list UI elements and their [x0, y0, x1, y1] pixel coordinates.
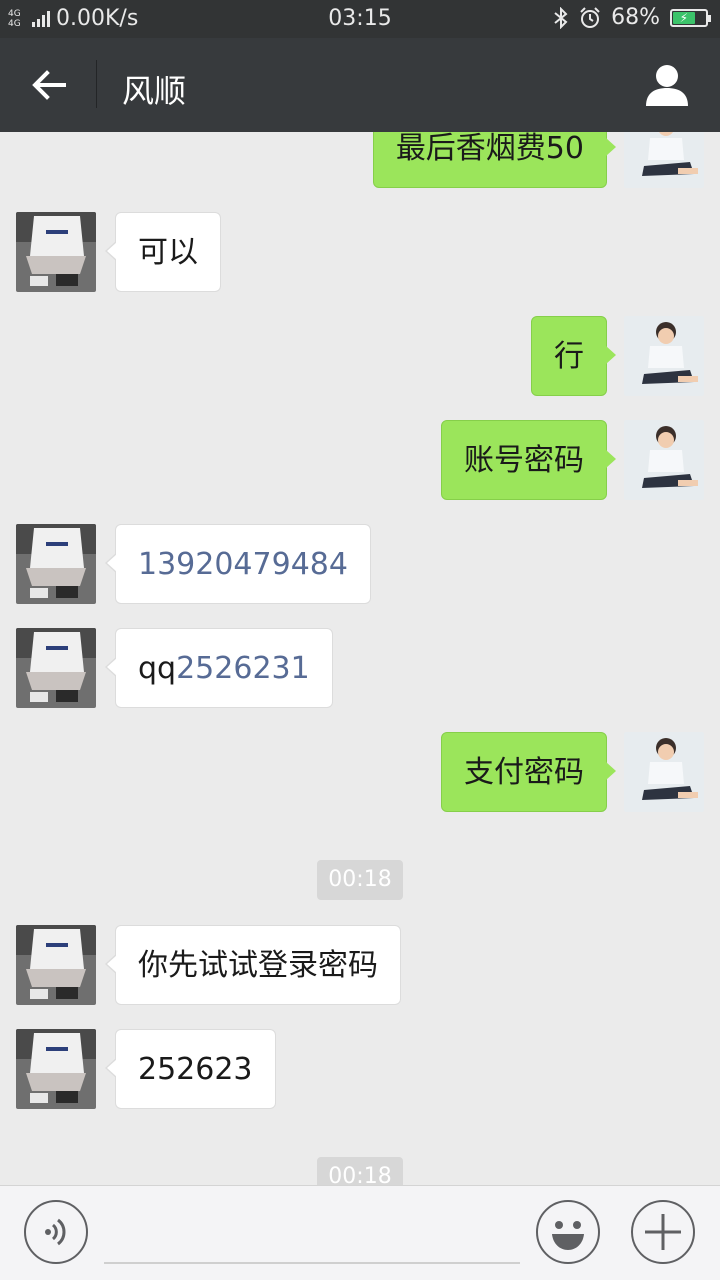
timestamp: 00:18: [317, 860, 403, 900]
my-avatar[interactable]: [624, 316, 704, 396]
chat-title: 风顺: [122, 72, 187, 110]
message-row: 账号密码: [0, 420, 720, 500]
battery-percent: 68%: [611, 5, 660, 30]
emoji-button[interactable]: [536, 1200, 600, 1264]
my-avatar[interactable]: [624, 420, 704, 500]
my-avatar[interactable]: [624, 132, 704, 188]
phone-number-link[interactable]: 13920479484: [138, 547, 348, 582]
message-bubble[interactable]: 最后香烟费50: [372, 132, 617, 188]
contact-avatar[interactable]: [16, 628, 96, 708]
status-bar: 4G 4G 0.00K/s 03:15 68% ⚡: [0, 0, 720, 38]
plus-icon: [645, 1214, 681, 1250]
message-row: 最后香烟费50: [0, 132, 720, 188]
bluetooth-icon: [554, 6, 568, 29]
message-row: 252623: [0, 1029, 720, 1109]
message-list[interactable]: 最后香烟费50 可以 行 账号密码 13920479484 qq2526231 …: [0, 132, 720, 1185]
contact-avatar[interactable]: [16, 212, 96, 292]
message-bubble[interactable]: 账号密码: [441, 420, 616, 500]
message-row: 13920479484: [0, 524, 720, 604]
contact-avatar[interactable]: [16, 524, 96, 604]
my-avatar[interactable]: [624, 732, 704, 812]
message-bubble[interactable]: 支付密码: [441, 732, 616, 812]
message-row: 支付密码: [0, 732, 720, 812]
number-link[interactable]: 2526231: [176, 651, 310, 686]
arrow-left-icon[interactable]: [28, 64, 70, 106]
message-row: qq2526231: [0, 628, 720, 708]
timestamp: 00:18: [317, 1157, 403, 1185]
message-bubble[interactable]: 可以: [105, 212, 221, 292]
message-text: qq: [138, 651, 177, 686]
message-bubble[interactable]: 行: [531, 316, 616, 396]
contact-avatar[interactable]: [16, 1029, 96, 1109]
chat-header: 风顺: [0, 38, 720, 132]
contact-avatar[interactable]: [16, 925, 96, 1005]
message-row: 可以: [0, 212, 720, 292]
message-input[interactable]: [104, 1262, 520, 1264]
person-icon[interactable]: [644, 62, 690, 108]
message-row: 行: [0, 316, 720, 396]
message-bubble[interactable]: 252623: [105, 1029, 276, 1109]
alarm-icon: [580, 6, 600, 28]
more-button[interactable]: [631, 1200, 695, 1264]
header-divider: [96, 60, 97, 108]
voice-button[interactable]: [24, 1200, 88, 1264]
message-bubble[interactable]: 你先试试登录密码: [105, 925, 401, 1005]
smiley-icon: [552, 1221, 584, 1250]
message-bubble[interactable]: qq2526231: [105, 628, 333, 708]
message-bubble[interactable]: 13920479484: [105, 524, 371, 604]
battery-icon: ⚡: [670, 8, 711, 27]
voice-icon: [45, 1218, 66, 1246]
battery-level-fill: ⚡: [673, 11, 695, 24]
input-bar: [0, 1185, 720, 1280]
message-row: 你先试试登录密码: [0, 925, 720, 1005]
